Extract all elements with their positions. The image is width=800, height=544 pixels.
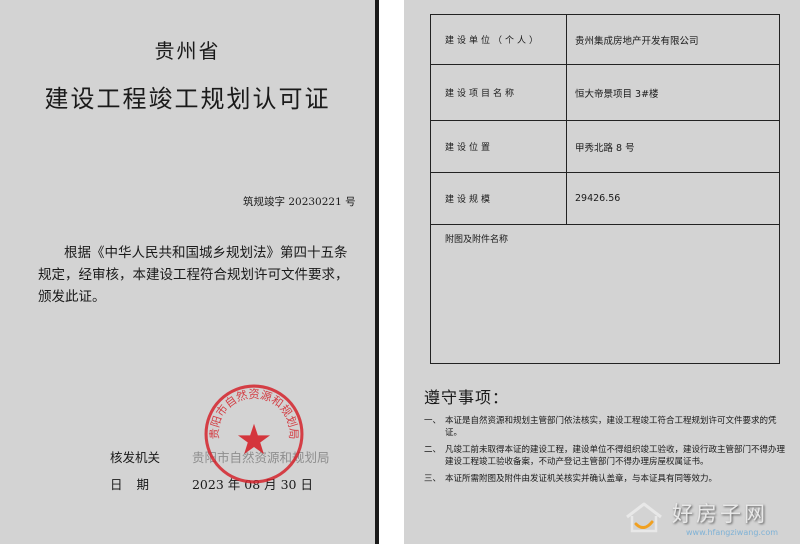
watermark-url: www.hfangziwang.com (686, 528, 779, 537)
date-label: 日期 (110, 477, 164, 492)
table-value: 恒大帝景项目 3#楼 (575, 88, 659, 100)
rule-item: 三、 本证所需附图及附件由发证机关核实并确认盖章，与本证具有同等效力。 (424, 473, 786, 485)
rule-number: 三、 (424, 474, 442, 484)
rule-number: 一、 (424, 416, 442, 426)
table-label: 建设规模 (431, 173, 567, 224)
table-label: 建设位置 (431, 121, 567, 172)
project-info-table: 建设单位（个人） 贵州集成房地产开发有限公司 建设项目名称 恒大帝景项目 3#楼… (430, 14, 780, 364)
seal-star-icon (237, 423, 271, 455)
site-watermark: 好房子网 www.hfangziwang.com (618, 494, 800, 544)
rules-title: 遵守事项： (424, 388, 510, 407)
body-line-1: 根据《中华人民共和国城乡规划法》第四十五条 (64, 245, 348, 261)
table-row: 建设规模 29426.56 (431, 173, 779, 225)
rule-item: 二、 凡竣工前未取得本证的建设工程，建设单位不得组织竣工验收，建设行政主管部门不… (424, 444, 786, 468)
rule-number: 二、 (424, 445, 442, 455)
rule-item: 一、 本证是自然资源和规划主管部门依法核实，建设工程竣工符合工程规划许可文件要求… (424, 415, 786, 439)
province-heading: 贵州省 (154, 39, 221, 63)
body-line-2: 规定，经审核，本建设工程符合规划许可文件要求， (38, 267, 349, 283)
rules-list: 一、 本证是自然资源和规划主管部门依法核实，建设工程竣工符合工程规划许可文件要求… (424, 415, 786, 490)
watermark-text: 好房子网 (672, 502, 768, 526)
certificate-title: 建设工程竣工规划认可证 (44, 85, 331, 113)
attachments-label: 附图及附件名称 (445, 235, 509, 245)
table-row: 建设项目名称 恒大帝景项目 3#楼 (431, 65, 779, 121)
certificate-body: 根据《中华人民共和国城乡规划法》第四十五条 规定，经审核，本建设工程符合规划许可… (38, 242, 356, 308)
body-line-3: 颁发此证。 (38, 289, 106, 305)
table-row: 建设单位（个人） 贵州集成房地产开发有限公司 (431, 15, 779, 65)
permit-number: 筑规竣字 20230221 号 (243, 196, 356, 208)
table-row: 建设位置 甲秀北路 8 号 (431, 121, 779, 173)
page-gap (379, 0, 404, 544)
table-value: 贵州集成房地产开发有限公司 (575, 35, 699, 47)
rule-text: 本证所需附图及附件由发证机关核实并确认盖章，与本证具有同等效力。 (445, 474, 718, 484)
issuer-label: 核发机关 (110, 450, 161, 465)
table-value: 甲秀北路 8 号 (575, 142, 635, 154)
table-label: 建设单位（个人） (431, 15, 567, 64)
official-seal: 贵阳市自然资源和规划局 (204, 384, 304, 484)
rule-text: 凡竣工前未取得本证的建设工程，建设单位不得组织竣工验收，建设行政主管部门不得办理… (445, 445, 786, 467)
table-value: 29426.56 (575, 193, 621, 204)
rule-text: 本证是自然资源和规划主管部门依法核实，建设工程竣工符合工程规划许可文件要求的凭证… (445, 416, 777, 438)
table-label: 建设项目名称 (431, 65, 567, 120)
house-logo-icon (626, 502, 662, 533)
